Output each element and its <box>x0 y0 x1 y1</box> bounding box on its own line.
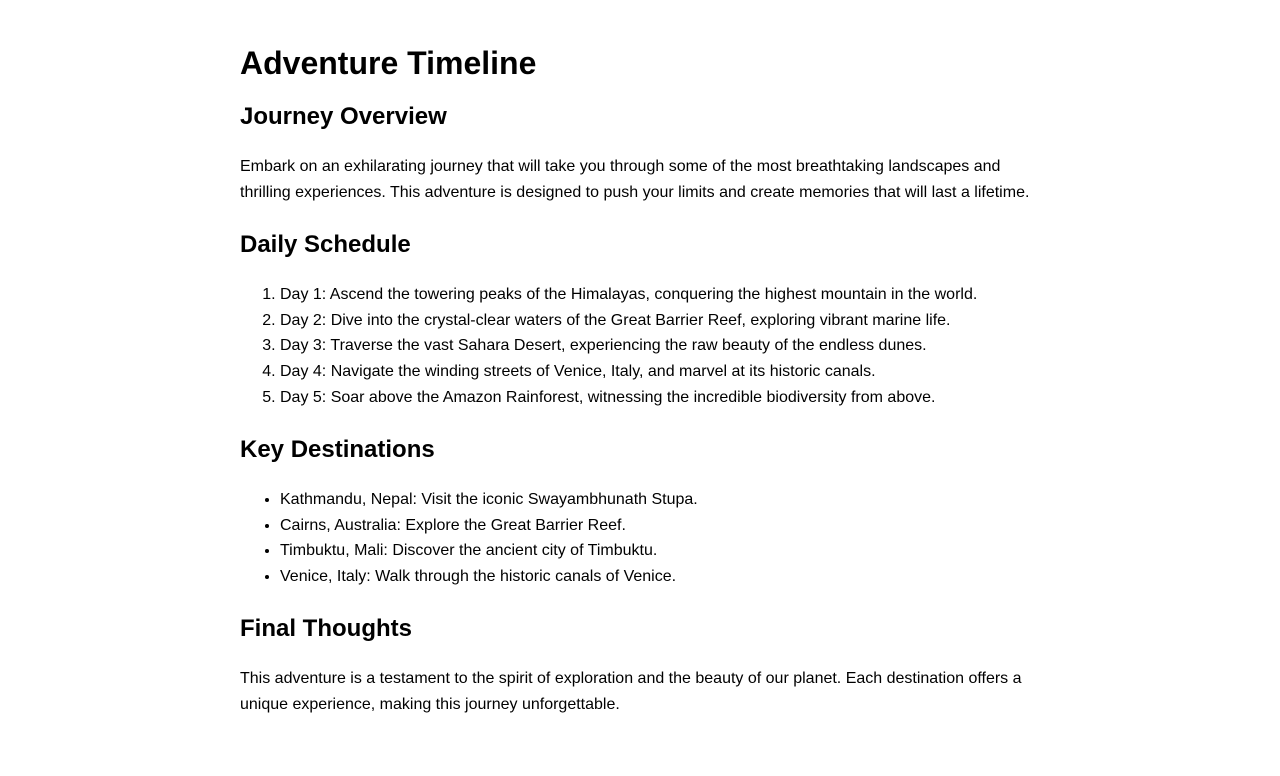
schedule-list: Day 1: Ascend the towering peaks of the … <box>240 282 1040 410</box>
list-item: Cairns, Australia: Explore the Great Bar… <box>280 513 1040 539</box>
overview-paragraph: Embark on an exhilarating journey that w… <box>240 158 1030 201</box>
list-item: Venice, Italy: Walk through the historic… <box>280 564 1040 590</box>
document-body: Adventure Timeline Journey Overview Emba… <box>240 0 1040 717</box>
section-key-destinations: Key Destinations Kathmandu, Nepal: Visit… <box>240 436 1040 589</box>
list-item: Day 4: Navigate the winding streets of V… <box>280 359 1040 385</box>
destinations-list: Kathmandu, Nepal: Visit the iconic Swaya… <box>240 487 1040 589</box>
list-item: Day 5: Soar above the Amazon Rainforest,… <box>280 385 1040 411</box>
section-journey-overview: Journey Overview Embark on an exhilarati… <box>240 103 1040 205</box>
list-item: Day 2: Dive into the crystal-clear water… <box>280 308 1040 334</box>
section-daily-schedule: Daily Schedule Day 1: Ascend the towerin… <box>240 231 1040 410</box>
section-heading: Key Destinations <box>240 436 435 464</box>
final-paragraph: This adventure is a testament to the spi… <box>240 670 1022 713</box>
section-heading: Journey Overview <box>240 103 447 131</box>
section-heading: Final Thoughts <box>240 615 412 643</box>
list-item: Day 3: Traverse the vast Sahara Desert, … <box>280 333 1040 359</box>
section-final-thoughts: Final Thoughts This adventure is a testa… <box>240 615 1040 717</box>
list-item: Day 1: Ascend the towering peaks of the … <box>280 282 1040 308</box>
list-item: Timbuktu, Mali: Discover the ancient cit… <box>280 538 1040 564</box>
page-title: Adventure Timeline <box>240 45 537 81</box>
list-item: Kathmandu, Nepal: Visit the iconic Swaya… <box>280 487 1040 513</box>
section-heading: Daily Schedule <box>240 231 411 259</box>
